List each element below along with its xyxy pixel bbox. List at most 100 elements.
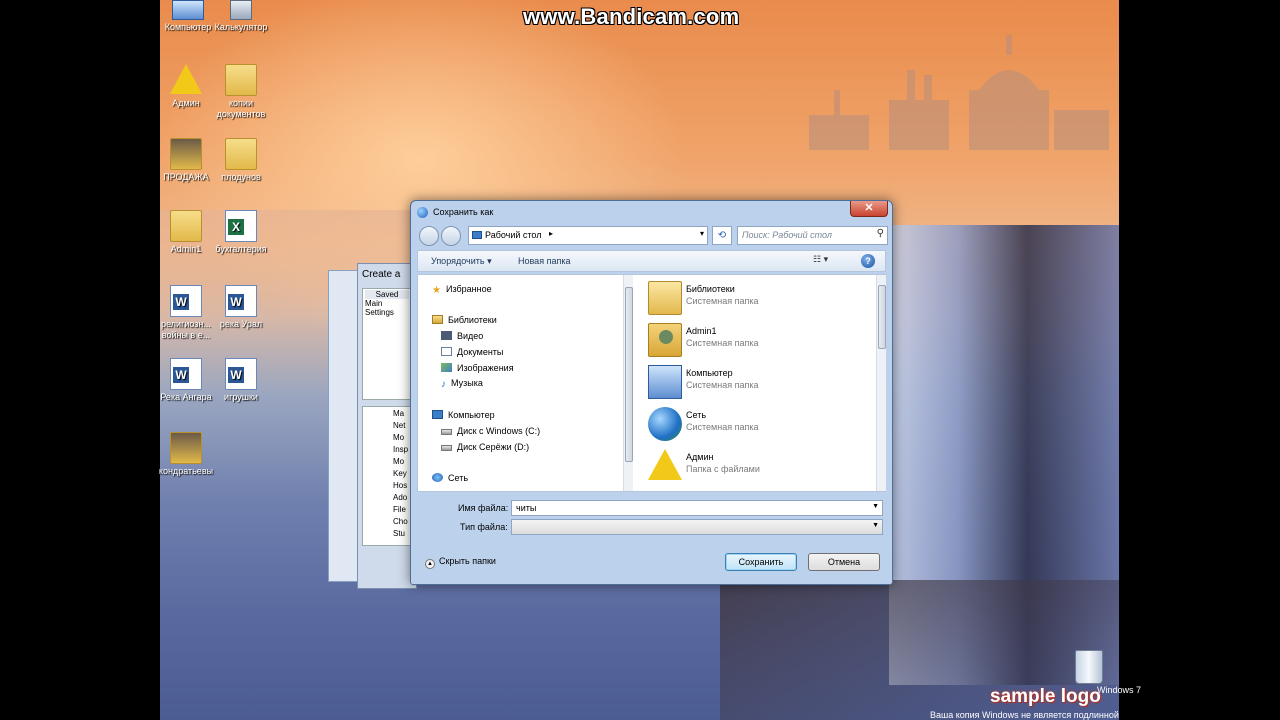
desktop-icon-kondratyevy[interactable]: кондратьевы <box>158 432 214 477</box>
scroll-thumb[interactable] <box>625 287 633 462</box>
save-button[interactable]: Сохранить <box>725 553 797 571</box>
user-folder-icon <box>648 323 682 357</box>
forward-button[interactable] <box>441 226 461 246</box>
tree-item[interactable]: Mo <box>393 432 409 444</box>
nav-label: Диск с Windows (C:) <box>457 426 541 436</box>
file-scrollbar[interactable] <box>876 275 886 491</box>
help-icon[interactable]: ? <box>861 254 875 268</box>
scroll-thumb[interactable] <box>878 285 886 349</box>
new-folder-button[interactable]: Новая папка <box>518 256 570 266</box>
list-item[interactable]: Main <box>365 299 409 308</box>
file-list: Библиотеки Системная папка Admin1 Систем… <box>646 275 886 491</box>
desktop-icon-computer[interactable]: Компьютер <box>160 0 216 33</box>
breadcrumb-arrow-icon[interactable]: ▸ <box>549 229 553 238</box>
desktop-icon-sales[interactable]: ПРОДАЖА <box>158 138 214 183</box>
chevron-down-icon[interactable]: ▾ <box>700 229 704 238</box>
computer-icon <box>648 365 682 399</box>
file-type: Системная папка <box>686 338 759 348</box>
list-item[interactable]: Admin1 Системная папка <box>646 321 876 361</box>
warning-icon <box>170 64 202 94</box>
address-row: Рабочий стол ▸ ▾ ⟲ Поиск: Рабочий стол ⚲ <box>417 225 888 247</box>
tree-item[interactable]: Net <box>393 420 409 432</box>
nav-disk-c[interactable]: Диск с Windows (C:) <box>441 426 540 438</box>
address-bar[interactable]: Рабочий стол ▸ ▾ <box>468 226 708 245</box>
chevron-down-icon[interactable]: ▼ <box>872 522 879 529</box>
filetype-select[interactable]: ▼ <box>511 519 883 535</box>
tree-item[interactable]: File <box>393 504 409 516</box>
disk-icon <box>441 445 452 451</box>
desktop-icon-label: Компьютер <box>164 22 212 32</box>
nav-label: Библиотеки <box>448 315 497 325</box>
folder-icon <box>225 138 257 170</box>
list-item[interactable]: Компьютер Системная папка <box>646 363 876 403</box>
list-item[interactable]: Библиотеки Системная папка <box>646 279 876 319</box>
tree-item[interactable]: Stu <box>393 528 409 540</box>
nav-video[interactable]: Видео <box>441 331 483 343</box>
list-item[interactable]: Админ Папка с файлами <box>646 447 876 487</box>
desktop-icon-calculator[interactable]: Калькулятор <box>213 0 269 33</box>
hide-folders-label: Скрыть папки <box>439 556 496 566</box>
desktop-icon-angara[interactable]: Река Ангара <box>158 358 214 403</box>
nav-label: Музыка <box>451 378 483 388</box>
create-window[interactable]: Create a Saved Main Settings Ma Net Mo I… <box>357 263 417 589</box>
chevron-down-icon[interactable]: ▼ <box>872 503 879 510</box>
tree-item[interactable]: Mo <box>393 456 409 468</box>
desktop-icon-label: игрушки <box>224 392 258 402</box>
save-as-dialog: Сохранить как ✕ Рабочий стол ▸ ▾ ⟲ Поиск… <box>410 200 893 585</box>
nav-computer[interactable]: Компьютер <box>432 410 495 422</box>
search-input[interactable]: Поиск: Рабочий стол ⚲ <box>737 226 888 245</box>
nav-images[interactable]: Изображения <box>441 363 514 375</box>
view-options-button[interactable]: ☷ ▾ <box>813 254 839 268</box>
nav-disk-d[interactable]: Диск Серёжи (D:) <box>441 442 529 454</box>
computer-icon <box>432 410 443 419</box>
word-icon <box>225 285 257 317</box>
cancel-button[interactable]: Отмена <box>808 553 880 571</box>
nav-music[interactable]: ♪ Музыка <box>441 378 483 390</box>
desktop-icon-admin1[interactable]: Admin1 <box>158 210 214 255</box>
excel-icon <box>225 210 257 242</box>
filename-input[interactable]: читы ▼ <box>511 500 883 516</box>
back-button[interactable] <box>419 226 439 246</box>
list-item[interactable]: Сеть Системная папка <box>646 405 876 445</box>
refresh-button[interactable]: ⟲ <box>712 226 732 245</box>
desktop-icon-toys[interactable]: игрушки <box>213 358 269 403</box>
tree-item[interactable]: Key <box>393 468 409 480</box>
desktop-icon-plodunov[interactable]: плодунов <box>213 138 269 183</box>
file-name: Сеть <box>686 410 707 420</box>
desktop-icon-label: Калькулятор <box>214 22 268 32</box>
close-button[interactable]: ✕ <box>850 201 888 217</box>
hide-folders-toggle[interactable]: ▲ Скрыть папки <box>425 556 496 569</box>
nav-favorites[interactable]: ★ Избранное <box>432 284 492 296</box>
file-type: Папка с файлами <box>686 464 760 474</box>
network-icon <box>648 407 682 441</box>
organize-button[interactable]: Упорядочить ▾ <box>431 256 492 267</box>
file-name: Админ <box>686 452 714 462</box>
tab-saved[interactable]: Saved <box>365 290 409 299</box>
desktop-icon-label: река Урал <box>219 319 263 329</box>
desktop-icon-accounting[interactable]: бухгалтерия <box>213 210 269 255</box>
user-folder-icon <box>170 210 202 242</box>
background-window[interactable] <box>328 270 358 582</box>
folder-icon <box>170 138 202 170</box>
nav-scrollbar[interactable] <box>623 275 633 491</box>
tree-item[interactable]: Cho <box>393 516 409 528</box>
images-icon <box>441 363 452 372</box>
tree-item[interactable]: Ado <box>393 492 409 504</box>
desktop-icon-admin[interactable]: Админ <box>158 64 214 109</box>
bandicam-watermark: www.Bandicam.com <box>523 4 740 29</box>
tree-item[interactable]: Hos <box>393 480 409 492</box>
tree-item[interactable]: Ma <box>393 408 409 420</box>
file-name: Библиотеки <box>686 284 735 294</box>
desktop-icon-ural[interactable]: река Урал <box>213 285 269 330</box>
desktop-icon-docs-copies[interactable]: копии документов <box>213 64 269 120</box>
desktop-icon-religious-wars[interactable]: религиозн... войны в е... <box>158 285 214 341</box>
nav-documents[interactable]: Документы <box>441 347 503 359</box>
tree-item[interactable]: Insp <box>393 444 409 456</box>
recycle-bin-icon[interactable] <box>1075 650 1103 684</box>
dialog-title: Сохранить как <box>433 207 494 217</box>
list-item[interactable]: Settings <box>365 308 409 317</box>
desktop-icon-label: Admin1 <box>170 244 202 254</box>
dialog-titlebar[interactable]: Сохранить как ✕ <box>411 201 892 223</box>
nav-libraries[interactable]: Библиотеки <box>432 315 497 327</box>
nav-network[interactable]: Сеть <box>432 473 468 485</box>
